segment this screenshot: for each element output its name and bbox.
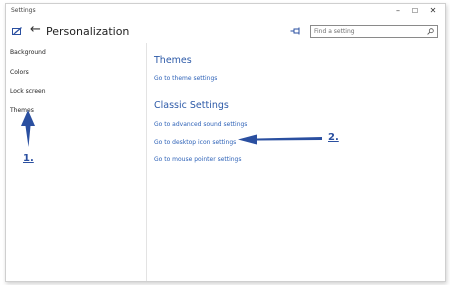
back-button[interactable]: ← [30, 23, 41, 37]
page-header: ← Personalization [6, 19, 445, 43]
sidebar-item-themes[interactable]: Themes [10, 107, 34, 114]
window-title: Settings [11, 7, 36, 14]
sidebar-item-colors[interactable]: Colors [10, 69, 29, 76]
themes-heading: Themes [154, 55, 192, 66]
sidebar-item-background[interactable]: Background [10, 49, 46, 56]
search-box[interactable] [310, 25, 438, 38]
maximize-button[interactable]: ☐ [408, 5, 422, 17]
main-content: Themes Go to theme settings Classic Sett… [154, 43, 444, 281]
title-bar: Settings – ☐ ✕ [6, 4, 445, 19]
pin-icon[interactable] [290, 27, 301, 35]
search-icon[interactable] [427, 28, 434, 35]
page-title: Personalization [46, 25, 130, 38]
desktop-icon-settings-link[interactable]: Go to desktop icon settings [154, 139, 236, 146]
settings-window: Settings – ☐ ✕ ← Personalization Backgro… [5, 3, 446, 282]
mouse-pointer-settings-link[interactable]: Go to mouse pointer settings [154, 156, 242, 163]
theme-settings-link[interactable]: Go to theme settings [154, 75, 217, 82]
personalization-icon [12, 27, 22, 35]
sidebar-item-lock-screen[interactable]: Lock screen [10, 88, 46, 95]
classic-settings-heading: Classic Settings [154, 100, 229, 111]
advanced-sound-settings-link[interactable]: Go to advanced sound settings [154, 121, 247, 128]
search-input[interactable] [314, 26, 419, 37]
close-button[interactable]: ✕ [426, 5, 440, 17]
minimize-button[interactable]: – [391, 5, 405, 17]
annotation-step-2: 2. [328, 132, 339, 143]
annotation-step-1: 1. [23, 153, 34, 164]
